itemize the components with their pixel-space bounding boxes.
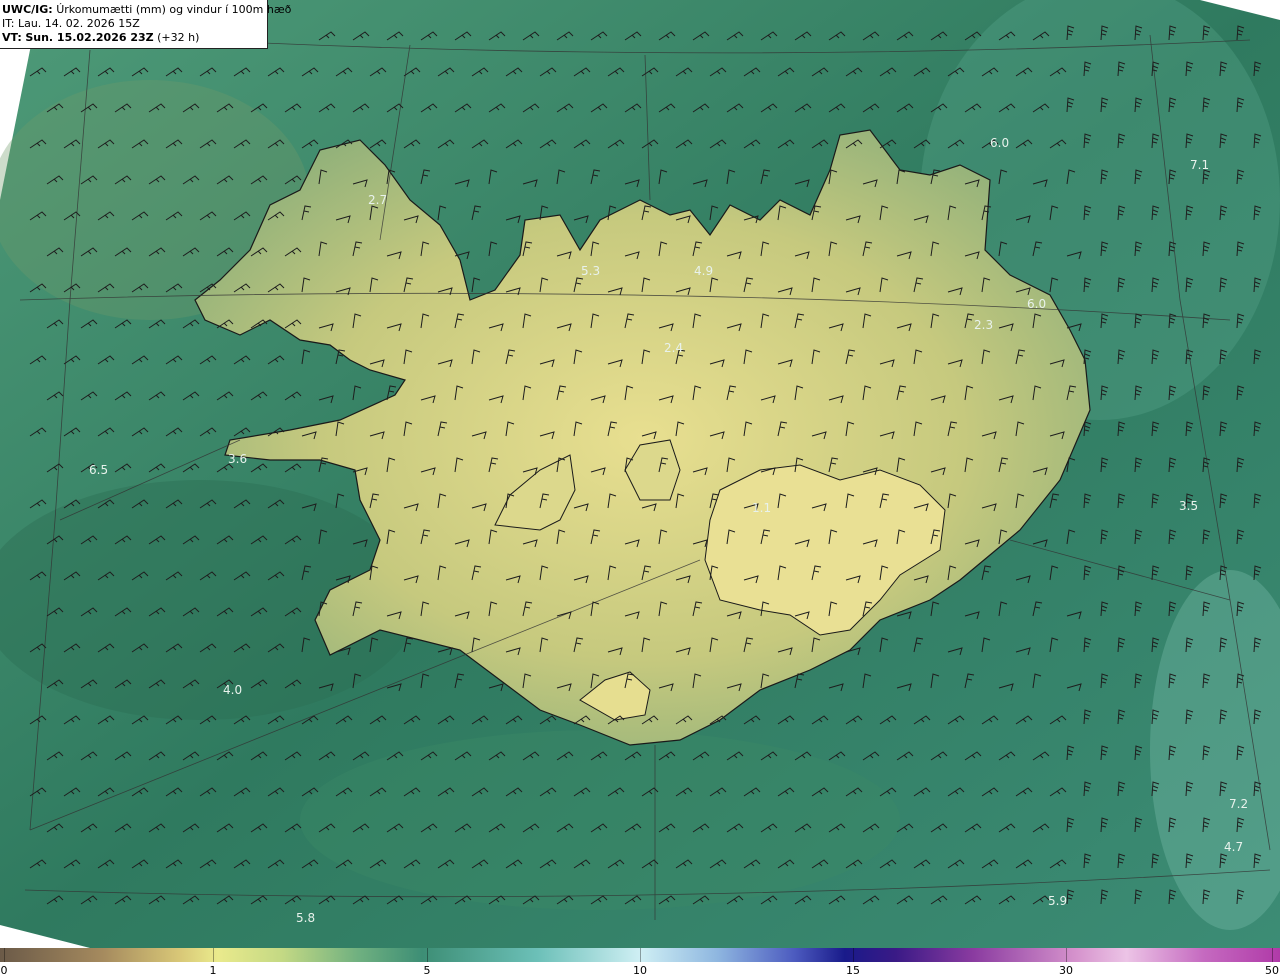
label-snaefellsnes: 3.6 (228, 452, 247, 466)
colorbar-label: 15 (846, 964, 860, 977)
label-se-sea-1: 7.2 (1229, 797, 1248, 811)
colorbar-label: 1 (209, 964, 217, 977)
colorbar-label: 10 (633, 964, 647, 977)
label-vatnajokull: 1.1 (752, 501, 771, 515)
label-sw-sea-2: 5.8 (296, 911, 315, 925)
label-north-2: 4.9 (694, 264, 713, 278)
label-west-sea: 6.5 (89, 463, 108, 477)
valid-time-line: VT: Sun. 15.02.2026 23Z (+32 h) (2, 31, 267, 45)
label-east-1: 6.0 (1027, 297, 1046, 311)
label-sw-sea: 4.0 (223, 683, 242, 697)
label-east-sea: 3.5 (1179, 499, 1198, 513)
precipitation-wind-map: 6.0 7.1 2.7 5.3 4.9 6.0 2.3 2.4 3.6 6.5 … (0, 0, 1280, 948)
init-label: IT: (2, 17, 15, 30)
colorbar-tick (213, 948, 214, 962)
title-line: UWC/IG: Úrkomumætti (mm) og vindur í 100… (2, 3, 291, 17)
colorbar: 0 1 5 10 15 30 50 (0, 948, 1280, 978)
colorbar-tick (1066, 948, 1067, 962)
colorbar-tick (640, 948, 641, 962)
label-westfjords: 2.7 (368, 193, 387, 207)
colorbar-label: 30 (1059, 964, 1073, 977)
colorbar-tick (1272, 948, 1273, 962)
lead-time: (+32 h) (157, 31, 200, 44)
label-ne-1: 6.0 (990, 136, 1009, 150)
init-time: Lau. 14. 02. 2026 15Z (17, 17, 140, 30)
label-east-2: 2.3 (974, 318, 993, 332)
label-north-1: 5.3 (581, 264, 600, 278)
label-central-north: 2.4 (664, 341, 683, 355)
valid-time: Sun. 15.02.2026 23Z (25, 31, 154, 44)
label-ne-2: 7.1 (1190, 158, 1209, 172)
label-south-sea: 5.9 (1048, 894, 1067, 908)
colorbar-label: 0 (0, 964, 8, 977)
colorbar-label: 5 (423, 964, 431, 977)
product-name: Úrkomumætti (mm) og vindur í 100m hæð (56, 3, 292, 16)
colorbar-tick (853, 948, 854, 962)
colorbar-label: 50 (1265, 964, 1279, 977)
model-name: UWC/IG: (2, 3, 53, 16)
label-se-sea-2: 4.7 (1224, 840, 1243, 854)
colorbar-tick (4, 948, 5, 962)
init-time-line: IT: Lau. 14. 02. 2026 15Z (2, 17, 267, 31)
valid-label: VT: (2, 31, 22, 44)
colorbar-tick (427, 948, 428, 962)
map-info-box: UWC/IG: Úrkomumætti (mm) og vindur í 100… (0, 0, 291, 49)
